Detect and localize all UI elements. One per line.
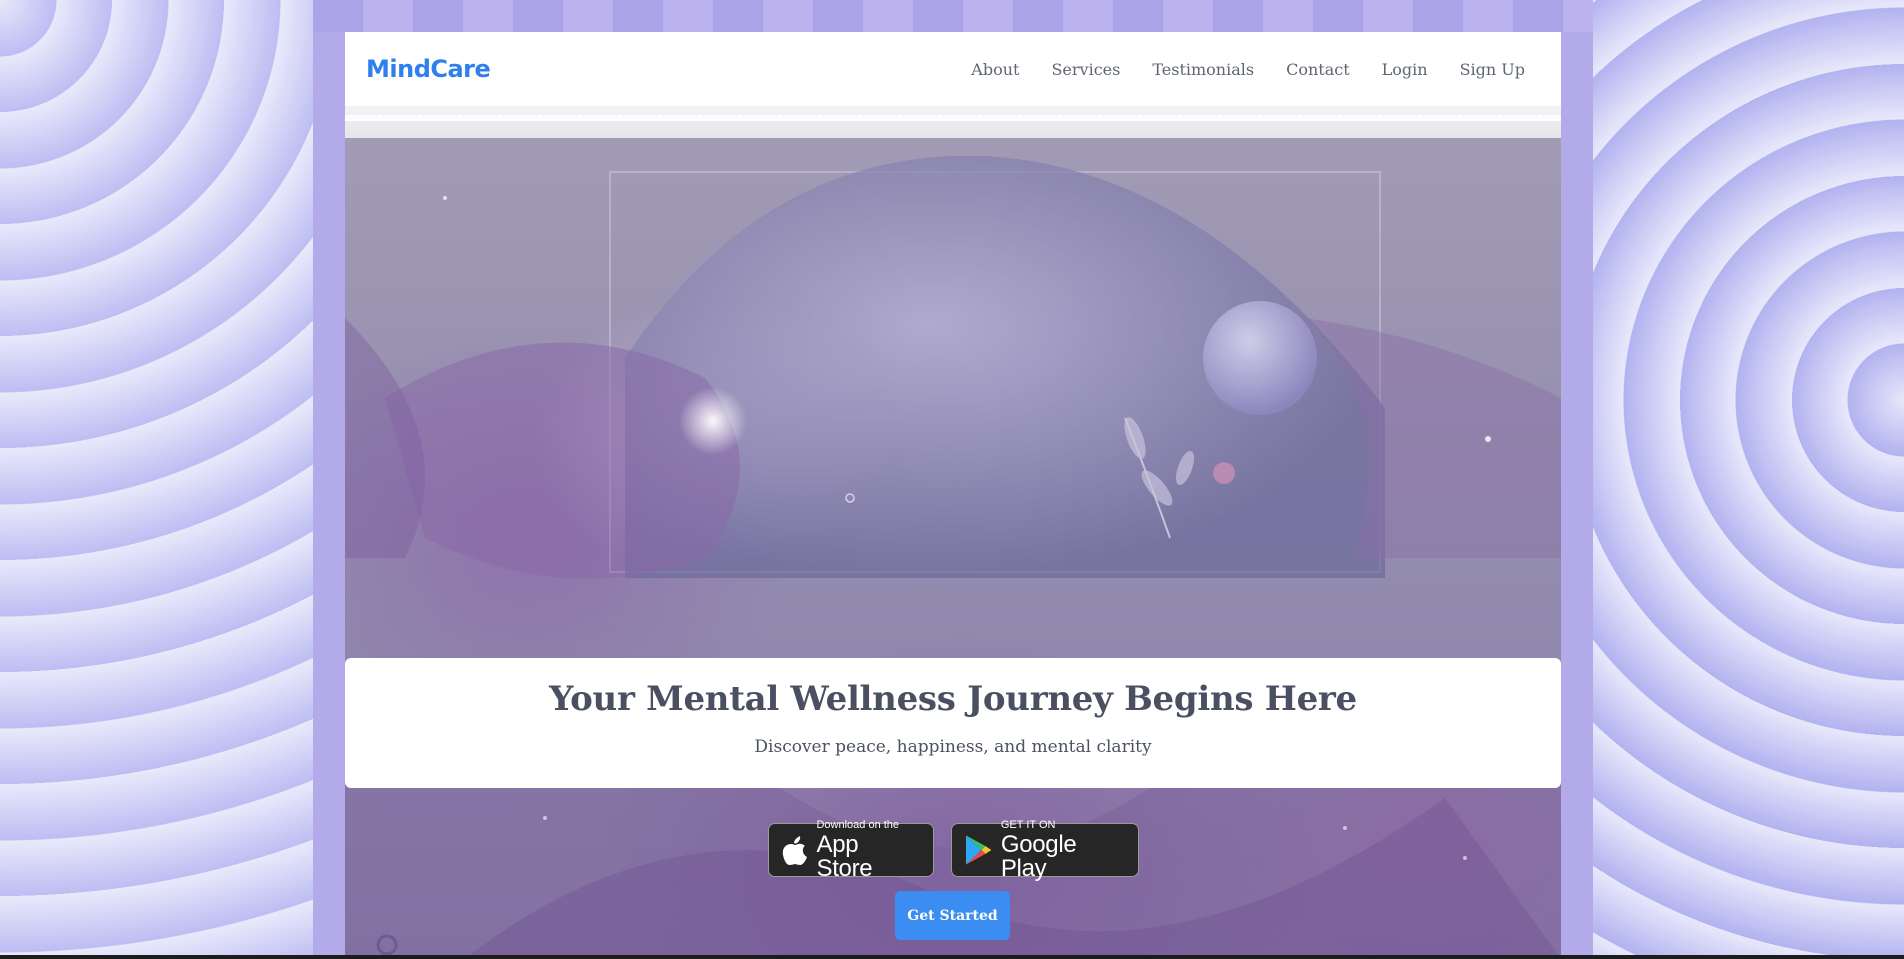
google-play-icon [965, 835, 991, 865]
nav-link-contact[interactable]: Contact [1286, 60, 1350, 79]
nav-link-about[interactable]: About [971, 60, 1019, 79]
hero-title: Your Mental Wellness Journey Begins Here [549, 679, 1357, 719]
get-started-button[interactable]: Get Started [895, 891, 1010, 940]
bottom-edge-bar [0, 955, 1904, 959]
brand-logo[interactable]: MindCare [366, 55, 491, 83]
hero-section: Your Mental Wellness Journey Begins Here… [345, 138, 1561, 959]
hero-subtitle: Discover peace, happiness, and mental cl… [754, 737, 1152, 757]
google-play-big-text: Google Play [1000, 830, 1077, 882]
nav-link-login[interactable]: Login [1382, 60, 1428, 79]
nav-link-services[interactable]: Services [1051, 60, 1120, 79]
app-store-big-text: App Store [816, 830, 873, 882]
nav-links: About Services Testimonials Contact Logi… [971, 60, 1525, 79]
navbar: MindCare About Services Testimonials Con… [345, 32, 1561, 106]
hero-headline-card: Your Mental Wellness Journey Begins Here… [345, 658, 1561, 788]
background-stripes [313, 0, 1593, 32]
background-rings-left [0, 0, 320, 959]
navbar-scallop-divider [345, 106, 1561, 138]
google-play-small-text: GET IT ON [1000, 818, 1056, 831]
app-store-badge[interactable]: Download on the App Store [767, 818, 934, 880]
app-store-badges: Download on the App Store GET IT ON Goog… [345, 818, 1561, 880]
landing-page: MindCare About Services Testimonials Con… [345, 32, 1561, 959]
nav-link-sign-up[interactable]: Sign Up [1460, 60, 1525, 79]
nav-link-testimonials[interactable]: Testimonials [1152, 60, 1254, 79]
background-rings-right [1564, 0, 1904, 959]
google-play-badge[interactable]: GET IT ON Google Play [950, 818, 1139, 880]
app-store-small-text: Download on the [816, 818, 900, 831]
apple-icon [782, 836, 807, 865]
